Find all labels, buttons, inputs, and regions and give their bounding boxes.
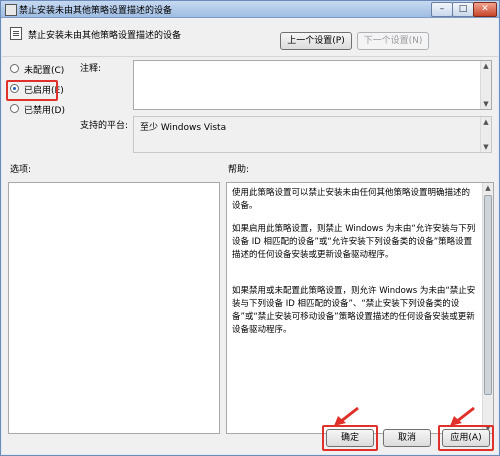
- maximize-button[interactable]: □: [452, 2, 474, 17]
- help-scrollbar[interactable]: ▲ ▼: [482, 183, 493, 433]
- policy-icon: [5, 4, 17, 16]
- scroll-down-icon[interactable]: ▼: [481, 99, 491, 109]
- radio-disabled-label: 已禁用(D): [24, 106, 65, 116]
- next-setting-button[interactable]: 下一个设置(N): [357, 32, 429, 50]
- help-paragraph-1: 使用此策略设置可以禁止安装未由任何其他策略设置明确描述的设备。: [232, 188, 471, 211]
- platform-label: 支持的平台:: [80, 121, 129, 131]
- radio-not-configured-label: 未配置(C): [24, 66, 65, 76]
- platform-value-box: 至少 Windows Vista ▲ ▼: [133, 116, 492, 153]
- comment-input[interactable]: ▲ ▼: [133, 60, 492, 110]
- ok-highlight-box: [322, 425, 378, 451]
- policy-setting-icon: [10, 27, 22, 40]
- policy-title: 禁止安装未由其他策略设置描述的设备: [28, 31, 182, 41]
- platform-value: 至少 Windows Vista: [140, 123, 227, 133]
- help-scroll-thumb[interactable]: [484, 195, 492, 395]
- close-button[interactable]: ✕: [473, 2, 497, 17]
- platform-scrollbar[interactable]: ▲ ▼: [480, 117, 491, 152]
- prev-setting-button[interactable]: 上一个设置(P): [280, 32, 352, 50]
- scroll-up-icon[interactable]: ▲: [481, 117, 491, 127]
- scroll-up-icon[interactable]: ▲: [481, 61, 491, 71]
- options-label: 选项:: [10, 165, 32, 175]
- ok-arrow-icon: [334, 406, 359, 426]
- comment-scrollbar[interactable]: ▲ ▼: [480, 61, 491, 109]
- scroll-up-icon[interactable]: ▲: [483, 183, 493, 193]
- window-title: 禁止安装未由其他策略设置描述的设备: [19, 6, 173, 16]
- cancel-button[interactable]: 取消: [383, 429, 431, 447]
- radio-disabled-dot: [10, 104, 19, 113]
- comment-label: 注释:: [80, 64, 102, 74]
- scroll-down-icon[interactable]: ▼: [481, 142, 491, 152]
- apply-highlight-box: [438, 425, 494, 451]
- enabled-highlight-box: [6, 80, 58, 101]
- policy-dialog-window: 禁止安装未由其他策略设置描述的设备 – □ ✕ 禁止安装未由其他策略设置描述的设…: [0, 0, 500, 456]
- help-paragraph-3: 如果禁用或未配置此策略设置，则允许 Windows 为未由“禁止安装与下列设备 …: [232, 286, 476, 335]
- help-paragraph-2: 如果启用此策略设置，则禁止 Windows 为未由“允许安装与下列设备 ID 相…: [232, 224, 476, 260]
- minimize-button[interactable]: –: [431, 2, 453, 17]
- apply-arrow-icon: [450, 406, 475, 426]
- options-pane: [8, 182, 220, 434]
- radio-not-configured-dot: [10, 64, 19, 73]
- dialog-client: 禁止安装未由其他策略设置描述的设备 上一个设置(P) 下一个设置(N) 未配置(…: [2, 18, 498, 454]
- title-bar[interactable]: 禁止安装未由其他策略设置描述的设备 – □ ✕: [1, 1, 499, 18]
- header-divider: [2, 56, 498, 57]
- help-label: 帮助:: [228, 165, 250, 175]
- help-pane: 使用此策略设置可以禁止安装未由任何其他策略设置明确描述的设备。 如果启用此策略设…: [226, 182, 494, 434]
